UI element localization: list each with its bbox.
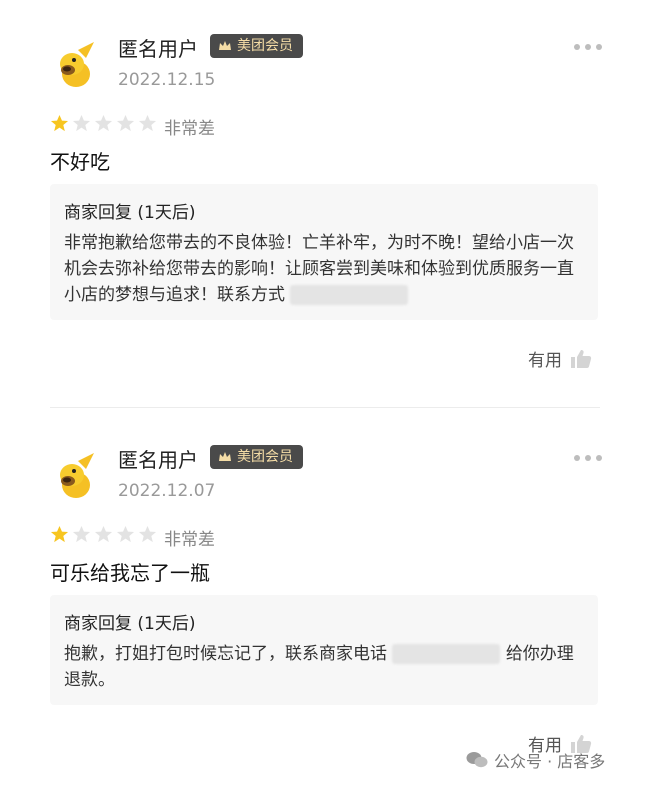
rating-text: 非常差 [164,119,215,139]
user-name[interactable]: 匿名用户 [118,33,198,62]
member-badge-label: 美团会员 [237,38,293,54]
star-empty-icon [116,525,135,543]
reply-text-before: 抱歉，打姐打包时候忘记了，联系商家电话 [64,644,387,664]
more-options-icon[interactable] [574,44,602,50]
reply-text: 抱歉，打姐打包时候忘记了，联系商家电话 给你办理退款。 [64,641,589,693]
reply-title: 商家回复 (1天后) [64,203,196,223]
star-empty-icon [72,114,91,132]
merchant-reply: 商家回复 (1天后) 非常抱歉给您带去的不良体验！亡羊补牢，为时不晚！望给小店一… [50,184,598,320]
wechat-icon [466,752,488,768]
crown-icon [219,41,231,50]
merchant-reply: 商家回复 (1天后) 抱歉，打姐打包时候忘记了，联系商家电话 给你办理退款。 [50,595,598,705]
thumbs-up-icon [571,349,592,368]
reply-text: 非常抱歉给您带去的不良体验！亡羊补牢，为时不晚！望给小店一次机会去弥补给您带去的… [64,230,589,308]
review-comment: 不好吃 [50,150,110,174]
member-badge-label: 美团会员 [237,449,293,465]
useful-label: 有用 [528,351,562,371]
rating-text: 非常差 [164,530,215,550]
watermark-text: 公众号 · 店客多 [494,752,606,771]
star-rating [50,114,157,133]
star-empty-icon [138,114,157,132]
star-empty-icon [94,114,113,132]
star-filled-icon [50,525,69,543]
kangaroo-avatar[interactable] [50,38,102,90]
reply-title: 商家回复 (1天后) [64,614,196,634]
redacted-phone [392,644,501,664]
more-options-icon[interactable] [574,455,602,461]
member-badge: 美团会员 [210,445,303,469]
user-name[interactable]: 匿名用户 [118,444,198,473]
crown-icon [219,452,231,461]
star-empty-icon [116,114,135,132]
divider [50,407,600,408]
review-date: 2022.12.15 [118,70,216,90]
watermark: 公众号 · 店客多 [466,748,605,772]
kangaroo-avatar[interactable] [50,449,102,501]
star-filled-icon [50,114,69,132]
member-badge: 美团会员 [210,34,303,58]
review-comment: 可乐给我忘了一瓶 [50,561,210,585]
redacted-contact [290,285,409,305]
star-empty-icon [94,525,113,543]
useful-button[interactable]: 有用 [528,346,592,371]
star-empty-icon [72,525,91,543]
star-rating [50,525,157,544]
star-empty-icon [138,525,157,543]
review-date: 2022.12.07 [118,481,216,501]
